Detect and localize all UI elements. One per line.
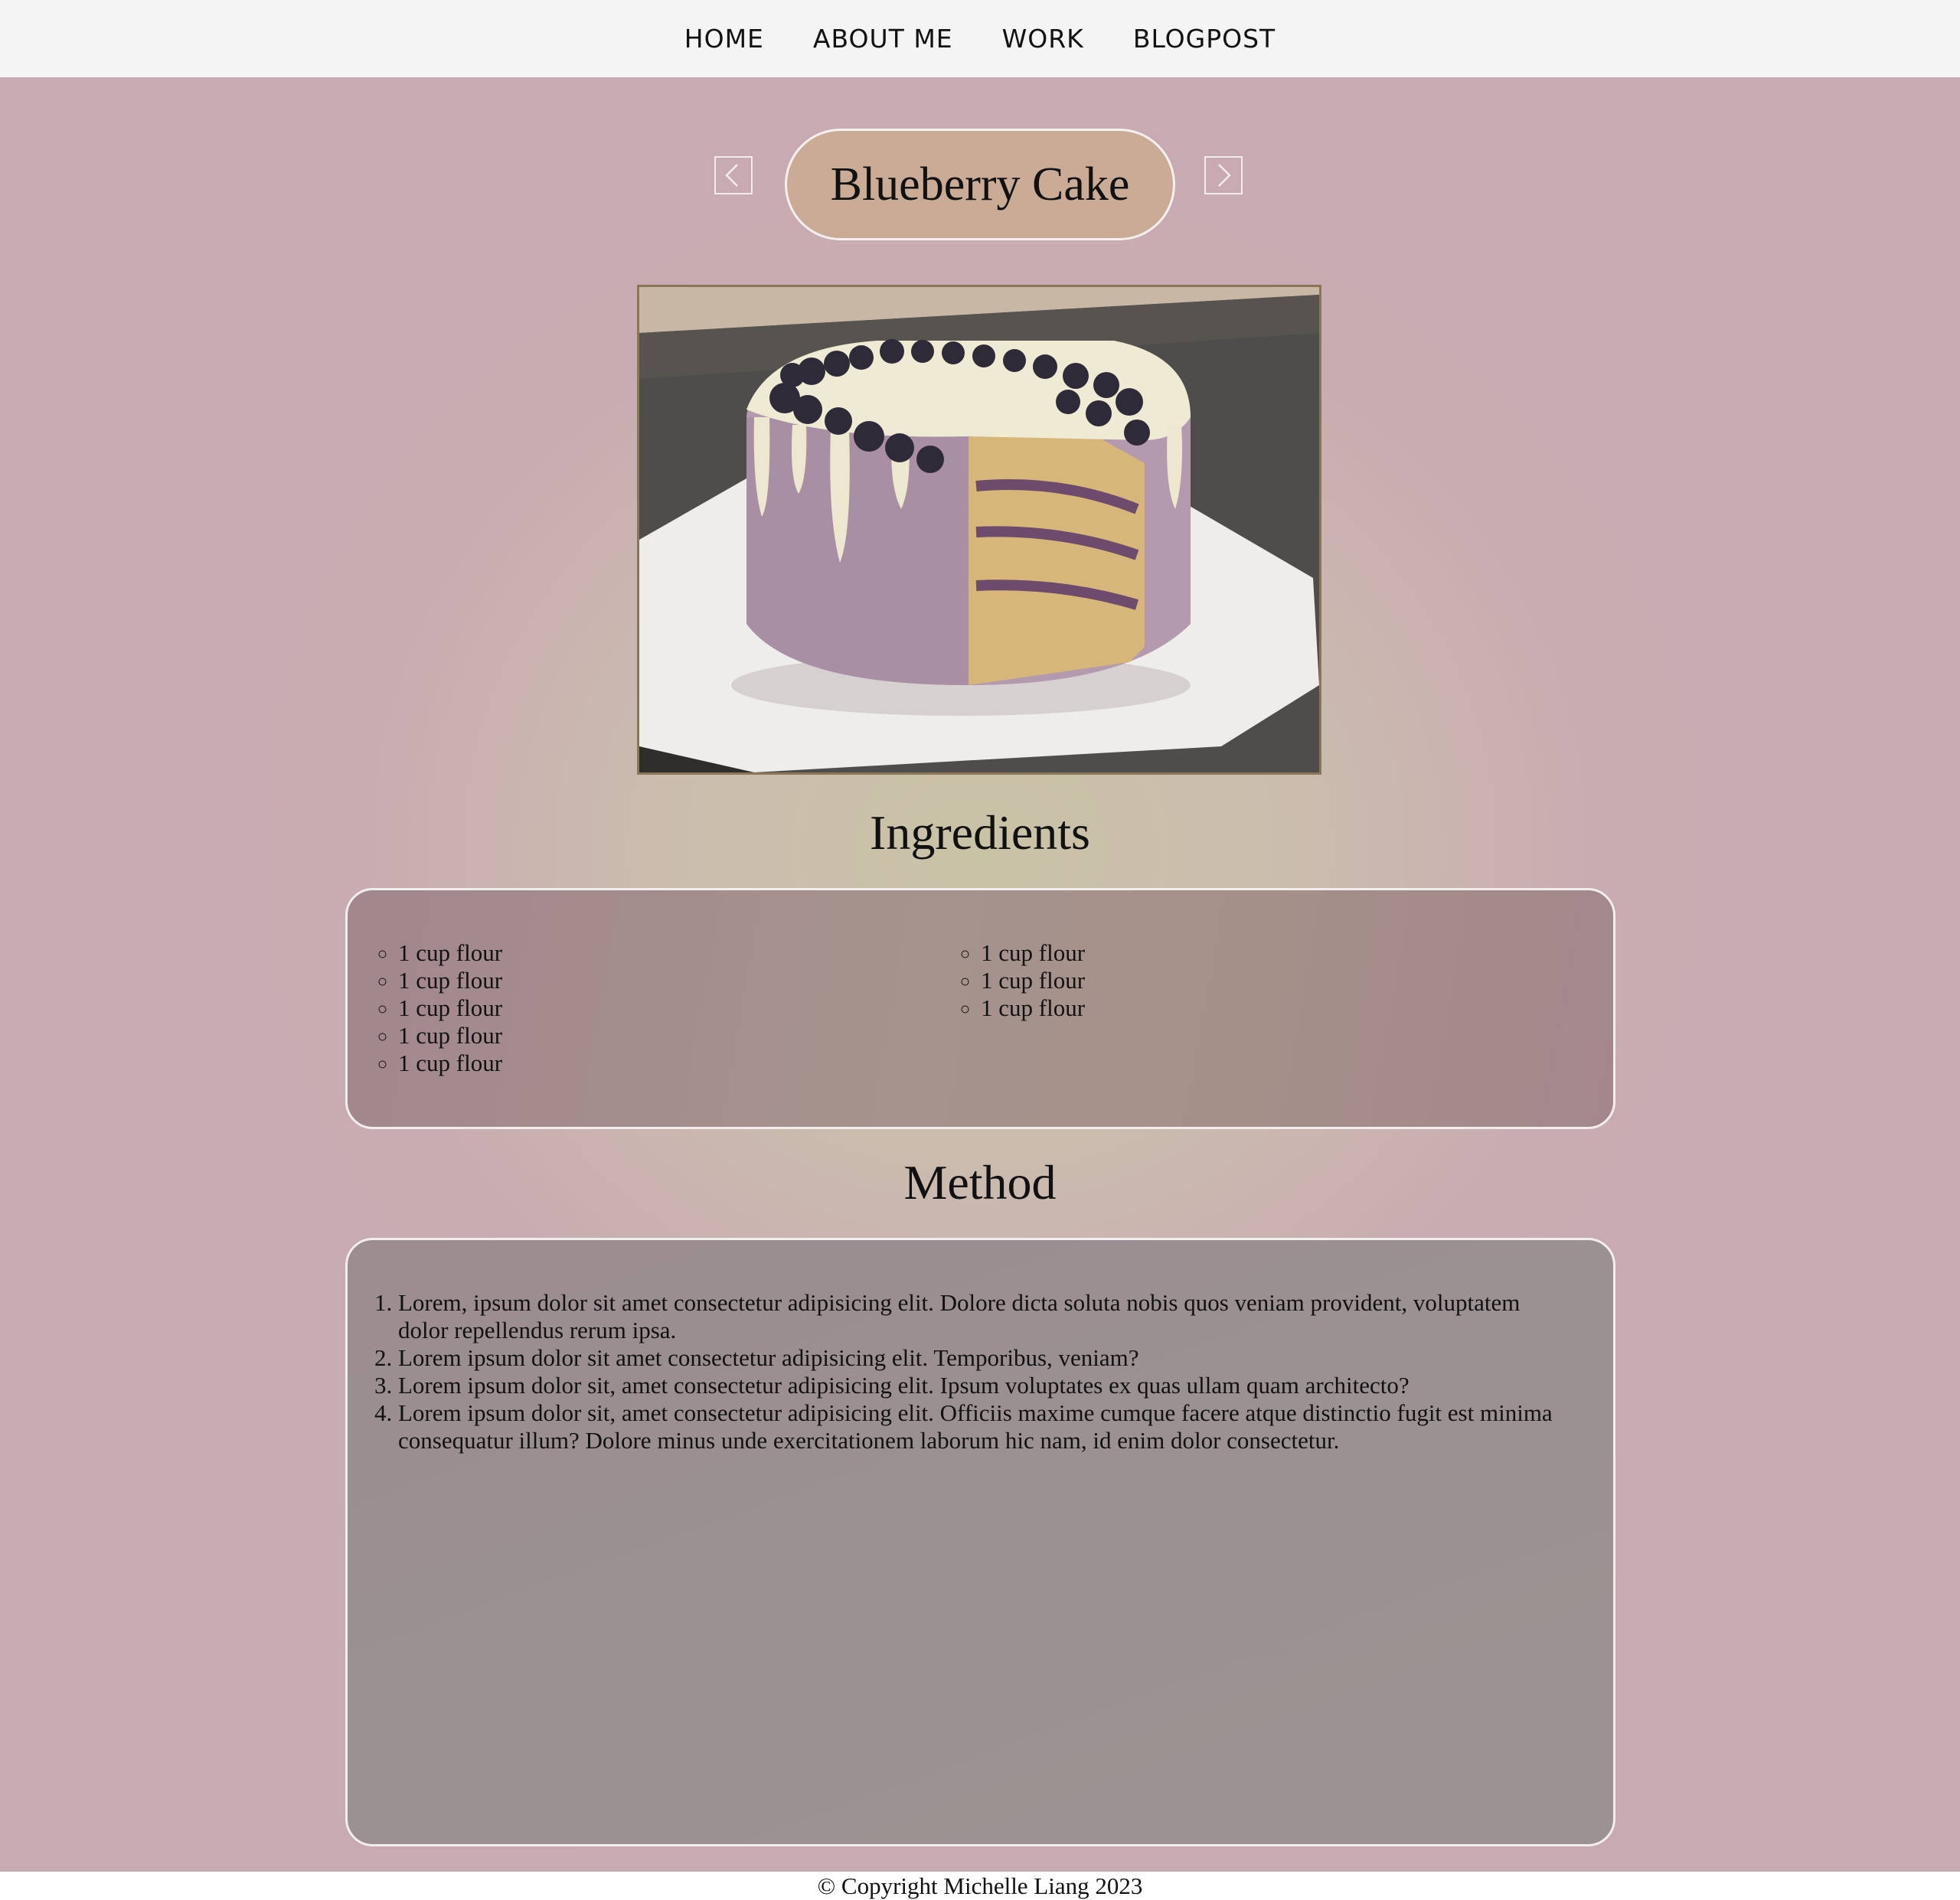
cake-photo (637, 285, 1321, 775)
ingredients-box: 1 cup flour 1 cup flour 1 cup flour 1 cu… (345, 888, 1615, 1129)
method-step: Lorem ipsum dolor sit amet consectetur a… (398, 1344, 1567, 1372)
nav-blogpost-link[interactable]: BLOGPOST (1133, 24, 1276, 54)
nav-home-link[interactable]: HOME (684, 24, 764, 54)
main-content: Blueberry Cake Ingredients ◦ 1 cup flour… (0, 77, 1960, 1872)
recipe-title-row: Blueberry Cake (0, 129, 1960, 240)
ingredient-item: 1 cup flour (398, 994, 502, 1022)
top-nav: HOME ABOUT ME WORK BLOGPOST (0, 0, 1960, 77)
method-heading: Method (903, 1155, 1057, 1210)
method-step: Lorem ipsum dolor sit, amet consectetur … (398, 1399, 1567, 1454)
cake-image (639, 287, 1319, 772)
ingredient-item: 1 cup flour (981, 939, 1085, 967)
ingredient-item: 1 cup flour (398, 939, 502, 967)
method-box: Lorem, ipsum dolor sit amet consectetur … (345, 1238, 1615, 1846)
next-recipe-button[interactable] (1204, 156, 1243, 194)
method-steps-list: Lorem, ipsum dolor sit amet consectetur … (348, 1289, 1567, 1454)
prev-recipe-button[interactable] (714, 156, 753, 194)
recipe-title-pill: Blueberry Cake (785, 129, 1175, 240)
recipe-title: Blueberry Cake (830, 158, 1130, 211)
ingredient-item: 1 cup flour (398, 967, 502, 994)
ingredient-item: 1 cup flour (981, 967, 1085, 994)
method-step: Lorem, ipsum dolor sit amet consectetur … (398, 1289, 1567, 1344)
ingredients-list-right: 1 cup flour 1 cup flour 1 cup flour (930, 939, 1085, 1022)
ingredients-list-left: 1 cup flour 1 cup flour 1 cup flour 1 cu… (348, 939, 502, 1077)
ingredient-item: 1 cup flour (981, 994, 1085, 1022)
nav-work-link[interactable]: WORK (1002, 24, 1084, 54)
chevron-left-icon (725, 164, 738, 187)
chevron-right-icon (1218, 164, 1231, 187)
footer-copyright: © Copyright Michelle Liang 2023 (0, 1872, 1960, 1900)
nav-about-link[interactable]: ABOUT ME (813, 24, 953, 54)
method-step: Lorem ipsum dolor sit, amet consectetur … (398, 1372, 1567, 1399)
ingredients-heading: Ingredients (870, 805, 1090, 860)
ingredient-item: 1 cup flour (398, 1050, 502, 1077)
ingredient-item: 1 cup flour (398, 1022, 502, 1050)
